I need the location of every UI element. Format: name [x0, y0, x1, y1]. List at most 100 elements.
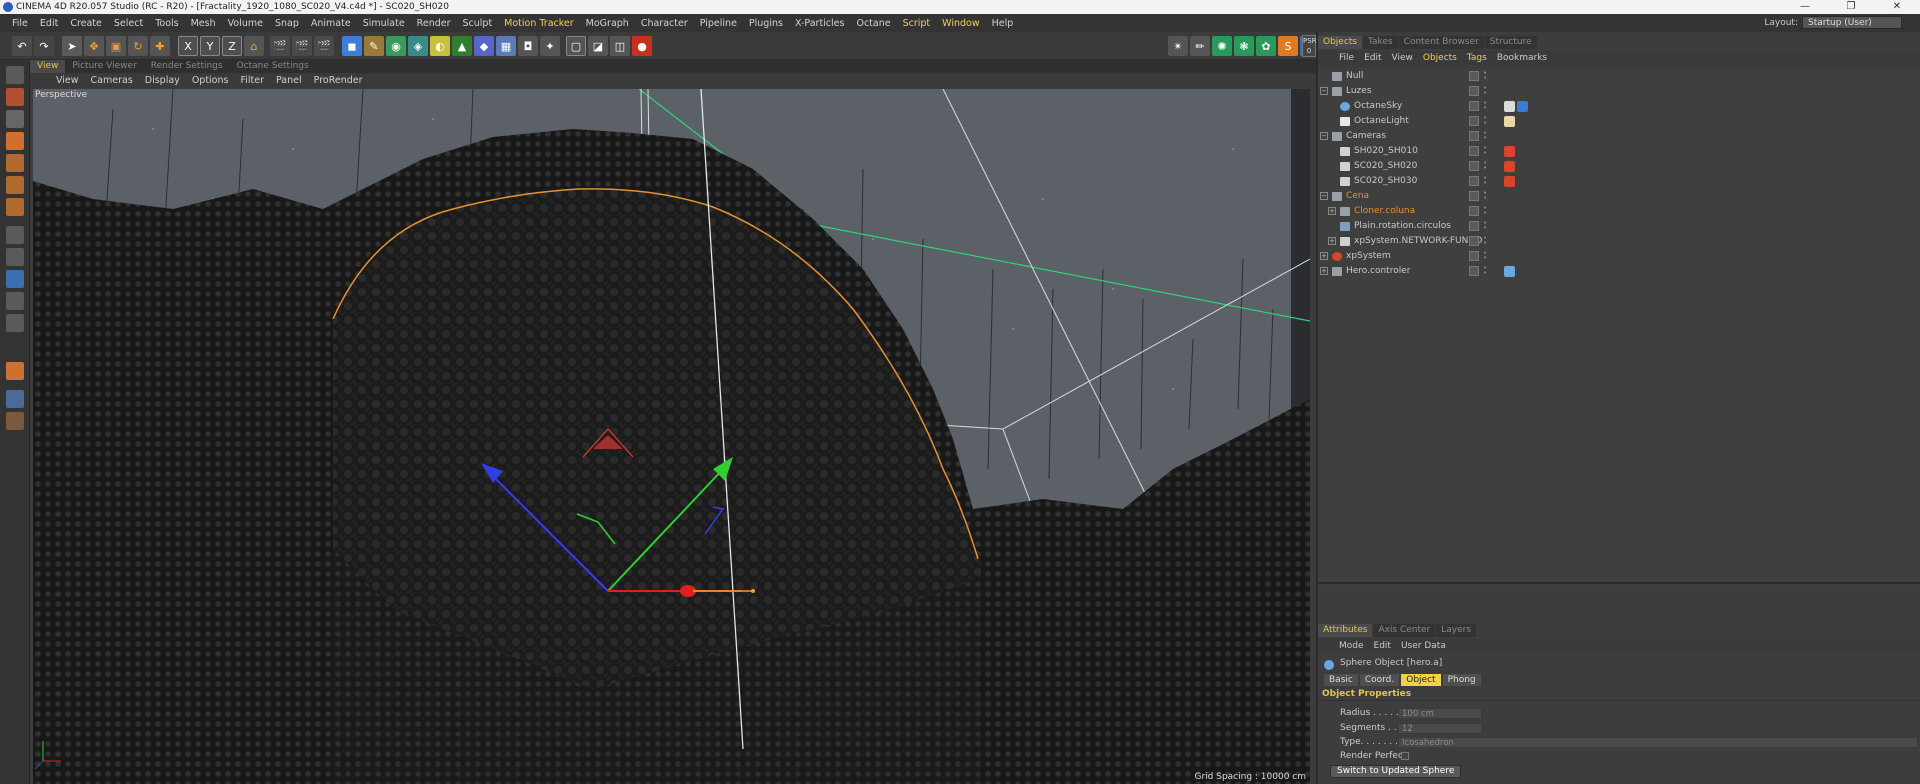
soft-selection-icon[interactable] [6, 292, 24, 310]
camera-icon[interactable]: ◘ [518, 36, 538, 56]
object-name[interactable]: xpSystem.NETWORK-FUNDO [1354, 234, 1482, 249]
xp-system-icon[interactable]: S [1278, 36, 1298, 56]
object-tag-icon[interactable] [1504, 146, 1515, 157]
subtab-object[interactable]: Object [1401, 674, 1441, 686]
object-row[interactable]: − Cameras • • [1318, 129, 1920, 144]
deformer-icon[interactable]: ◐ [430, 36, 450, 56]
menu-volume[interactable]: Volume [222, 18, 269, 29]
undo-icon[interactable]: ↶ [12, 36, 32, 56]
objects-tab-objects[interactable]: Objects [1318, 36, 1363, 49]
points-mode-icon[interactable] [6, 154, 24, 172]
editor-render-visibility-dots[interactable]: • • [1483, 220, 1487, 232]
editor-render-visibility-dots[interactable]: • • [1483, 85, 1487, 97]
layer-visibility-icon[interactable] [1469, 221, 1479, 231]
close-button[interactable]: ✕ [1874, 0, 1920, 14]
octane-live-viewer-icon[interactable]: ▢ [566, 36, 586, 56]
expand-toggle-icon[interactable]: − [1320, 192, 1328, 200]
object-name[interactable]: Cena [1346, 189, 1369, 204]
expand-toggle-icon[interactable]: + [1320, 267, 1328, 275]
segments-input[interactable]: 12 [1398, 723, 1482, 734]
expand-toggle-icon[interactable]: + [1328, 207, 1336, 215]
object-name[interactable]: Hero.controler [1346, 264, 1410, 279]
move-tool-icon[interactable]: ✥ [84, 36, 104, 56]
object-name[interactable]: Luzes [1346, 84, 1372, 99]
viewport-menu-display[interactable]: Display [139, 75, 186, 86]
menu-character[interactable]: Character [635, 18, 694, 29]
menu-window[interactable]: Window [936, 18, 985, 29]
layer-visibility-icon[interactable] [1469, 251, 1479, 261]
menu-tools[interactable]: Tools [149, 18, 184, 29]
editor-render-visibility-dots[interactable]: • • [1483, 160, 1487, 172]
switch-to-updated-sphere-button[interactable]: Switch to Updated Sphere [1330, 765, 1462, 778]
expand-toggle-icon[interactable]: − [1320, 132, 1328, 140]
render-settings-icon[interactable]: 🎬 [314, 36, 334, 56]
object-row[interactable]: + xpSystem.NETWORK-FUNDO • • [1318, 234, 1920, 249]
workplane-icon[interactable] [6, 132, 24, 150]
menu-plugins[interactable]: Plugins [743, 18, 789, 29]
object-row[interactable]: SC020_SH020 • • [1318, 159, 1920, 174]
layer-visibility-icon[interactable] [1469, 116, 1479, 126]
viewport-tab-picture-viewer[interactable]: Picture Viewer [65, 60, 143, 73]
object-tag-icon[interactable] [1517, 101, 1528, 112]
array-icon[interactable]: ◈ [408, 36, 428, 56]
z-axis-toggle[interactable]: Z [222, 36, 242, 56]
layer-visibility-icon[interactable] [1469, 161, 1479, 171]
add-tool-icon[interactable]: ✚ [150, 36, 170, 56]
minimize-button[interactable]: — [1782, 0, 1828, 14]
object-row[interactable]: + xpSystem • • [1318, 249, 1920, 264]
objects-tab-takes[interactable]: Takes [1363, 36, 1398, 49]
viewport-tab-view[interactable]: View [30, 60, 66, 73]
object-name[interactable]: SH020_SH010 [1354, 144, 1418, 159]
layer-visibility-icon[interactable] [1469, 236, 1479, 246]
editor-render-visibility-dots[interactable]: • • [1483, 145, 1487, 157]
unknown-tool-icon[interactable] [6, 412, 24, 430]
objects-menu-objects[interactable]: Objects [1418, 53, 1462, 63]
editor-render-visibility-dots[interactable]: • • [1483, 175, 1487, 187]
menu-create[interactable]: Create [64, 18, 108, 29]
objects-menu-tags[interactable]: Tags [1462, 53, 1492, 63]
attributes-menu-edit[interactable]: Edit [1369, 641, 1396, 651]
scale-tool-icon[interactable]: ▣ [106, 36, 126, 56]
coordinate-system-icon[interactable]: ⌂ [244, 36, 264, 56]
object-row[interactable]: SC020_SH030 • • [1318, 174, 1920, 189]
snapping-icon[interactable] [6, 270, 24, 288]
menu-script[interactable]: Script [897, 18, 937, 29]
texture-mode-icon[interactable] [6, 110, 24, 128]
octane-render-icon[interactable]: ● [632, 36, 652, 56]
menu-x-particles[interactable]: X-Particles [789, 18, 851, 29]
menu-sculpt[interactable]: Sculpt [457, 18, 499, 29]
menu-select[interactable]: Select [108, 18, 149, 29]
layer-visibility-icon[interactable] [1469, 176, 1479, 186]
viewport-menu-panel[interactable]: Panel [270, 75, 308, 86]
xp-generator-icon[interactable]: ❃ [1234, 36, 1254, 56]
expand-toggle-icon[interactable]: − [1320, 87, 1328, 95]
editor-render-visibility-dots[interactable]: • • [1483, 235, 1487, 247]
object-name[interactable]: SC020_SH020 [1354, 159, 1417, 174]
menu-render[interactable]: Render [411, 18, 457, 29]
light-icon[interactable]: ✦ [540, 36, 560, 56]
object-row[interactable]: − Cena • • [1318, 189, 1920, 204]
viewport-menu-view[interactable]: View [50, 75, 85, 86]
pen-spline-icon[interactable]: ✎ [364, 36, 384, 56]
subdivision-icon[interactable]: ◉ [386, 36, 406, 56]
render-view-icon[interactable]: 🎬 [270, 36, 290, 56]
layer-visibility-icon[interactable] [1469, 206, 1479, 216]
type-dropdown[interactable]: Icosahedron [1398, 737, 1918, 748]
menu-animate[interactable]: Animate [305, 18, 357, 29]
object-row[interactable]: OctaneLight • • [1318, 114, 1920, 129]
object-row[interactable]: SH020_SH010 • • [1318, 144, 1920, 159]
object-row[interactable]: − Luzes • • [1318, 84, 1920, 99]
polygons-mode-icon[interactable] [6, 198, 24, 216]
expand-toggle-icon[interactable]: + [1328, 237, 1336, 245]
editor-render-visibility-dots[interactable]: • • [1483, 100, 1487, 112]
attributes-menu-user-data[interactable]: User Data [1396, 641, 1451, 651]
object-row[interactable]: OctaneSky • • [1318, 99, 1920, 114]
viewport-menu-options[interactable]: Options [186, 75, 235, 86]
expand-toggle-icon[interactable]: + [1320, 252, 1328, 260]
editor-render-visibility-dots[interactable]: • • [1483, 115, 1487, 127]
editor-render-visibility-dots[interactable]: • • [1483, 250, 1487, 262]
attributes-tab-layers[interactable]: Layers [1436, 624, 1477, 637]
axis-mode-icon[interactable] [6, 226, 24, 244]
objects-tab-structure[interactable]: Structure [1484, 36, 1537, 49]
edges-mode-icon[interactable] [6, 176, 24, 194]
